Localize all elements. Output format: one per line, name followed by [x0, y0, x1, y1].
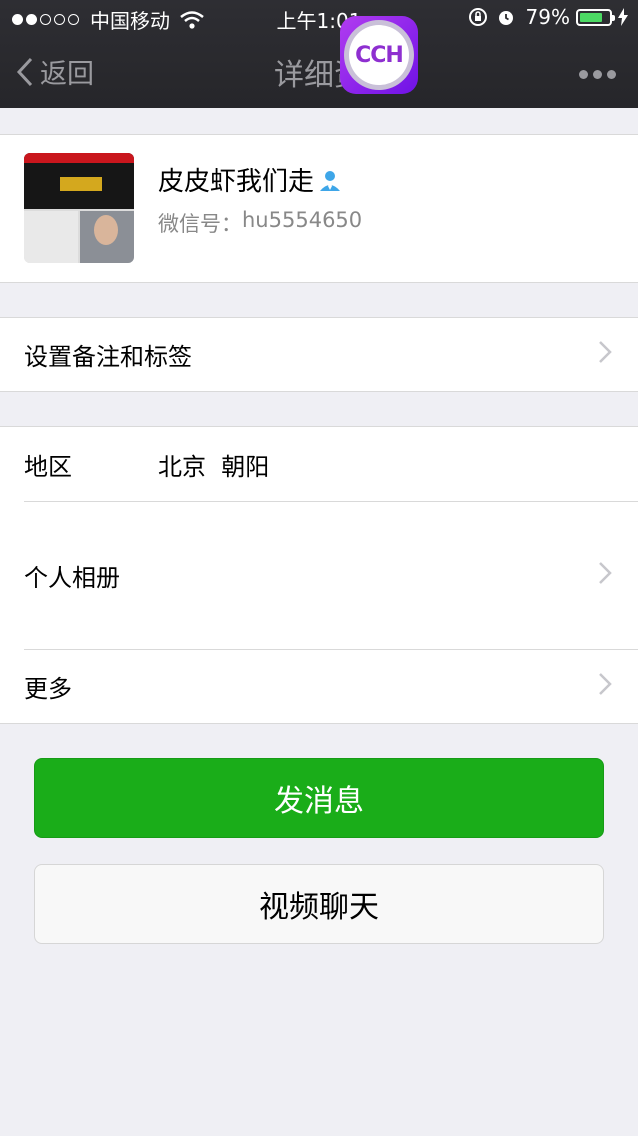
- profile-name: 皮皮虾我们走: [158, 167, 315, 197]
- region-label: 地区: [24, 452, 72, 481]
- app-badge-text: CCH: [349, 25, 409, 85]
- album-label: 个人相册: [24, 564, 120, 592]
- profile-name-row: 皮皮虾我们走: [158, 161, 342, 198]
- avatar-gold-label: [60, 177, 102, 191]
- more-dots-icon[interactable]: [574, 70, 616, 79]
- nav-bar: 返回 详细资: [0, 36, 638, 108]
- contact-person-icon: [318, 168, 342, 192]
- page-title: 详细资: [274, 58, 364, 93]
- set-remark-tags-row[interactable]: 设置备注和标签: [0, 318, 638, 391]
- status-bar: 中国移动 上午1:01 79%: [0, 0, 638, 36]
- set-remark-tags-label: 设置备注和标签: [24, 343, 192, 371]
- send-message-button[interactable]: 发消息: [34, 758, 604, 838]
- app-badge-ring: CCH: [344, 20, 414, 90]
- region-value: 北京 朝阳: [158, 452, 270, 481]
- wechat-id-row: 微信号： hu5554650: [158, 208, 362, 238]
- video-chat-button[interactable]: 视频聊天: [34, 864, 604, 944]
- alarm-icon: [496, 7, 516, 27]
- chevron-right-icon: [598, 340, 612, 370]
- avatar-red-bar: [24, 153, 134, 163]
- charging-icon: [618, 8, 628, 26]
- avatar-portrait: [94, 215, 118, 245]
- rotation-lock-icon: [468, 7, 488, 27]
- battery-icon: [576, 8, 615, 26]
- battery-percent: 79%: [525, 5, 570, 29]
- chevron-right-icon: [598, 672, 612, 702]
- wechat-id-label: 微信号：: [158, 212, 242, 236]
- info-group: 地区 北京 朝阳 个人相册 更多: [0, 426, 638, 724]
- avatar[interactable]: [24, 153, 134, 263]
- status-right: 79%: [468, 5, 628, 29]
- profile-card: 皮皮虾我们走 微信号： hu5554650: [0, 134, 638, 283]
- wechat-id-value: hu5554650: [242, 208, 363, 232]
- tags-group: 设置备注和标签: [0, 317, 638, 392]
- chevron-right-icon: [598, 561, 612, 591]
- more-row[interactable]: 更多: [0, 650, 638, 723]
- avatar-light-tile: [24, 211, 78, 263]
- header: 中国移动 上午1:01 79% 返回 详细资: [0, 0, 638, 108]
- more-label: 更多: [24, 675, 72, 703]
- app-badge-icon: CCH: [340, 16, 418, 94]
- region-row: 地区 北京 朝阳: [0, 427, 638, 501]
- album-row[interactable]: 个人相册: [0, 502, 638, 649]
- battery-fill: [580, 12, 602, 22]
